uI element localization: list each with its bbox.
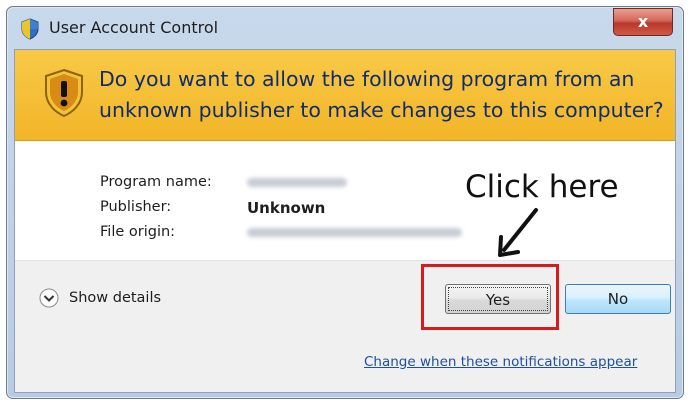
click-here-annotation: Click here [465, 169, 619, 205]
file-origin-value-redacted [247, 228, 462, 237]
publisher-value: Unknown [247, 199, 326, 217]
publisher-label: Publisher: [100, 199, 172, 215]
close-icon: x [637, 12, 649, 31]
footer [15, 261, 675, 392]
warning-banner: Do you want to allow the following progr… [15, 50, 675, 141]
no-button-label: No [607, 290, 629, 308]
title-bar: User Account Control x [7, 7, 683, 49]
yes-button-label: Yes [448, 287, 548, 311]
program-name-value-redacted [247, 178, 347, 187]
arrow-icon [498, 208, 538, 257]
no-button[interactable]: No [565, 284, 671, 314]
yes-button[interactable]: Yes [445, 284, 551, 314]
close-button[interactable]: x [613, 8, 673, 36]
file-origin-label: File origin: [100, 224, 176, 240]
program-name-label: Program name: [100, 174, 212, 190]
uac-dialog: User Account Control x Do you want to al… [6, 6, 684, 399]
change-notifications-link[interactable]: Change when these notifications appear [364, 354, 637, 370]
dialog-content: Do you want to allow the following progr… [14, 49, 676, 393]
chevron-down-icon [39, 288, 59, 308]
show-details-label: Show details [69, 290, 162, 306]
uac-question: Do you want to allow the following progr… [99, 67, 664, 122]
window-title: User Account Control [49, 18, 219, 37]
shield-warning-icon [45, 68, 83, 118]
uac-shield-icon [21, 18, 39, 40]
